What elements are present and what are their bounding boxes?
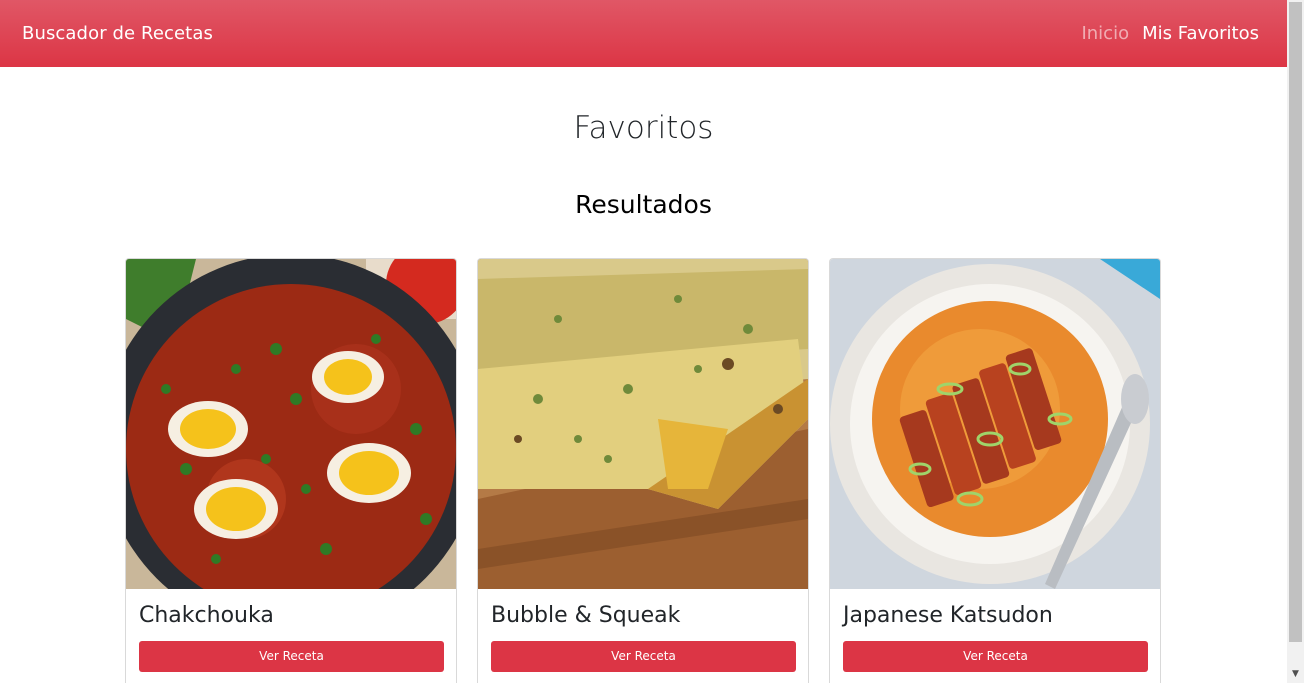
scroll-down-arrow-icon[interactable]: ▼	[1290, 669, 1301, 680]
card-body: Bubble & Squeak Ver Receta	[478, 589, 808, 683]
card-body: Chakchouka Ver Receta	[126, 589, 456, 683]
view-recipe-button[interactable]: Ver Receta	[843, 641, 1148, 672]
recipe-card: Chakchouka Ver Receta	[125, 258, 457, 683]
recipe-title: Bubble & Squeak	[491, 603, 681, 628]
recipe-image-bubble-and-squeak	[478, 259, 808, 589]
navbar: Buscador de Recetas Inicio Mis Favoritos	[0, 0, 1287, 67]
navbar-brand[interactable]: Buscador de Recetas	[22, 23, 213, 44]
browser-viewport: Buscador de Recetas Inicio Mis Favoritos…	[0, 0, 1304, 683]
recipe-card-grid: Chakchouka Ver Receta Bubble & Squeak Ve…	[125, 258, 1161, 683]
recipe-card: Japanese Katsudon Ver Receta	[829, 258, 1161, 683]
page: Buscador de Recetas Inicio Mis Favoritos…	[0, 0, 1287, 683]
page-title: Favoritos	[573, 110, 714, 146]
section-title: Resultados	[575, 190, 712, 219]
nav-link-mis-favoritos[interactable]: Mis Favoritos	[1142, 23, 1259, 44]
view-recipe-button[interactable]: Ver Receta	[139, 641, 444, 672]
vertical-scrollbar[interactable]: ▼	[1287, 0, 1304, 683]
recipe-image-japanese-katsudon	[830, 259, 1160, 589]
view-recipe-button[interactable]: Ver Receta	[491, 641, 796, 672]
recipe-image-chakchouka	[126, 259, 456, 589]
recipe-card: Bubble & Squeak Ver Receta	[477, 258, 809, 683]
navbar-links: Inicio Mis Favoritos	[1081, 23, 1259, 44]
scrollbar-thumb[interactable]	[1289, 2, 1302, 642]
card-body: Japanese Katsudon Ver Receta	[830, 589, 1160, 683]
nav-link-inicio[interactable]: Inicio	[1081, 23, 1129, 44]
recipe-title: Japanese Katsudon	[843, 603, 1053, 628]
recipe-title: Chakchouka	[139, 603, 274, 628]
